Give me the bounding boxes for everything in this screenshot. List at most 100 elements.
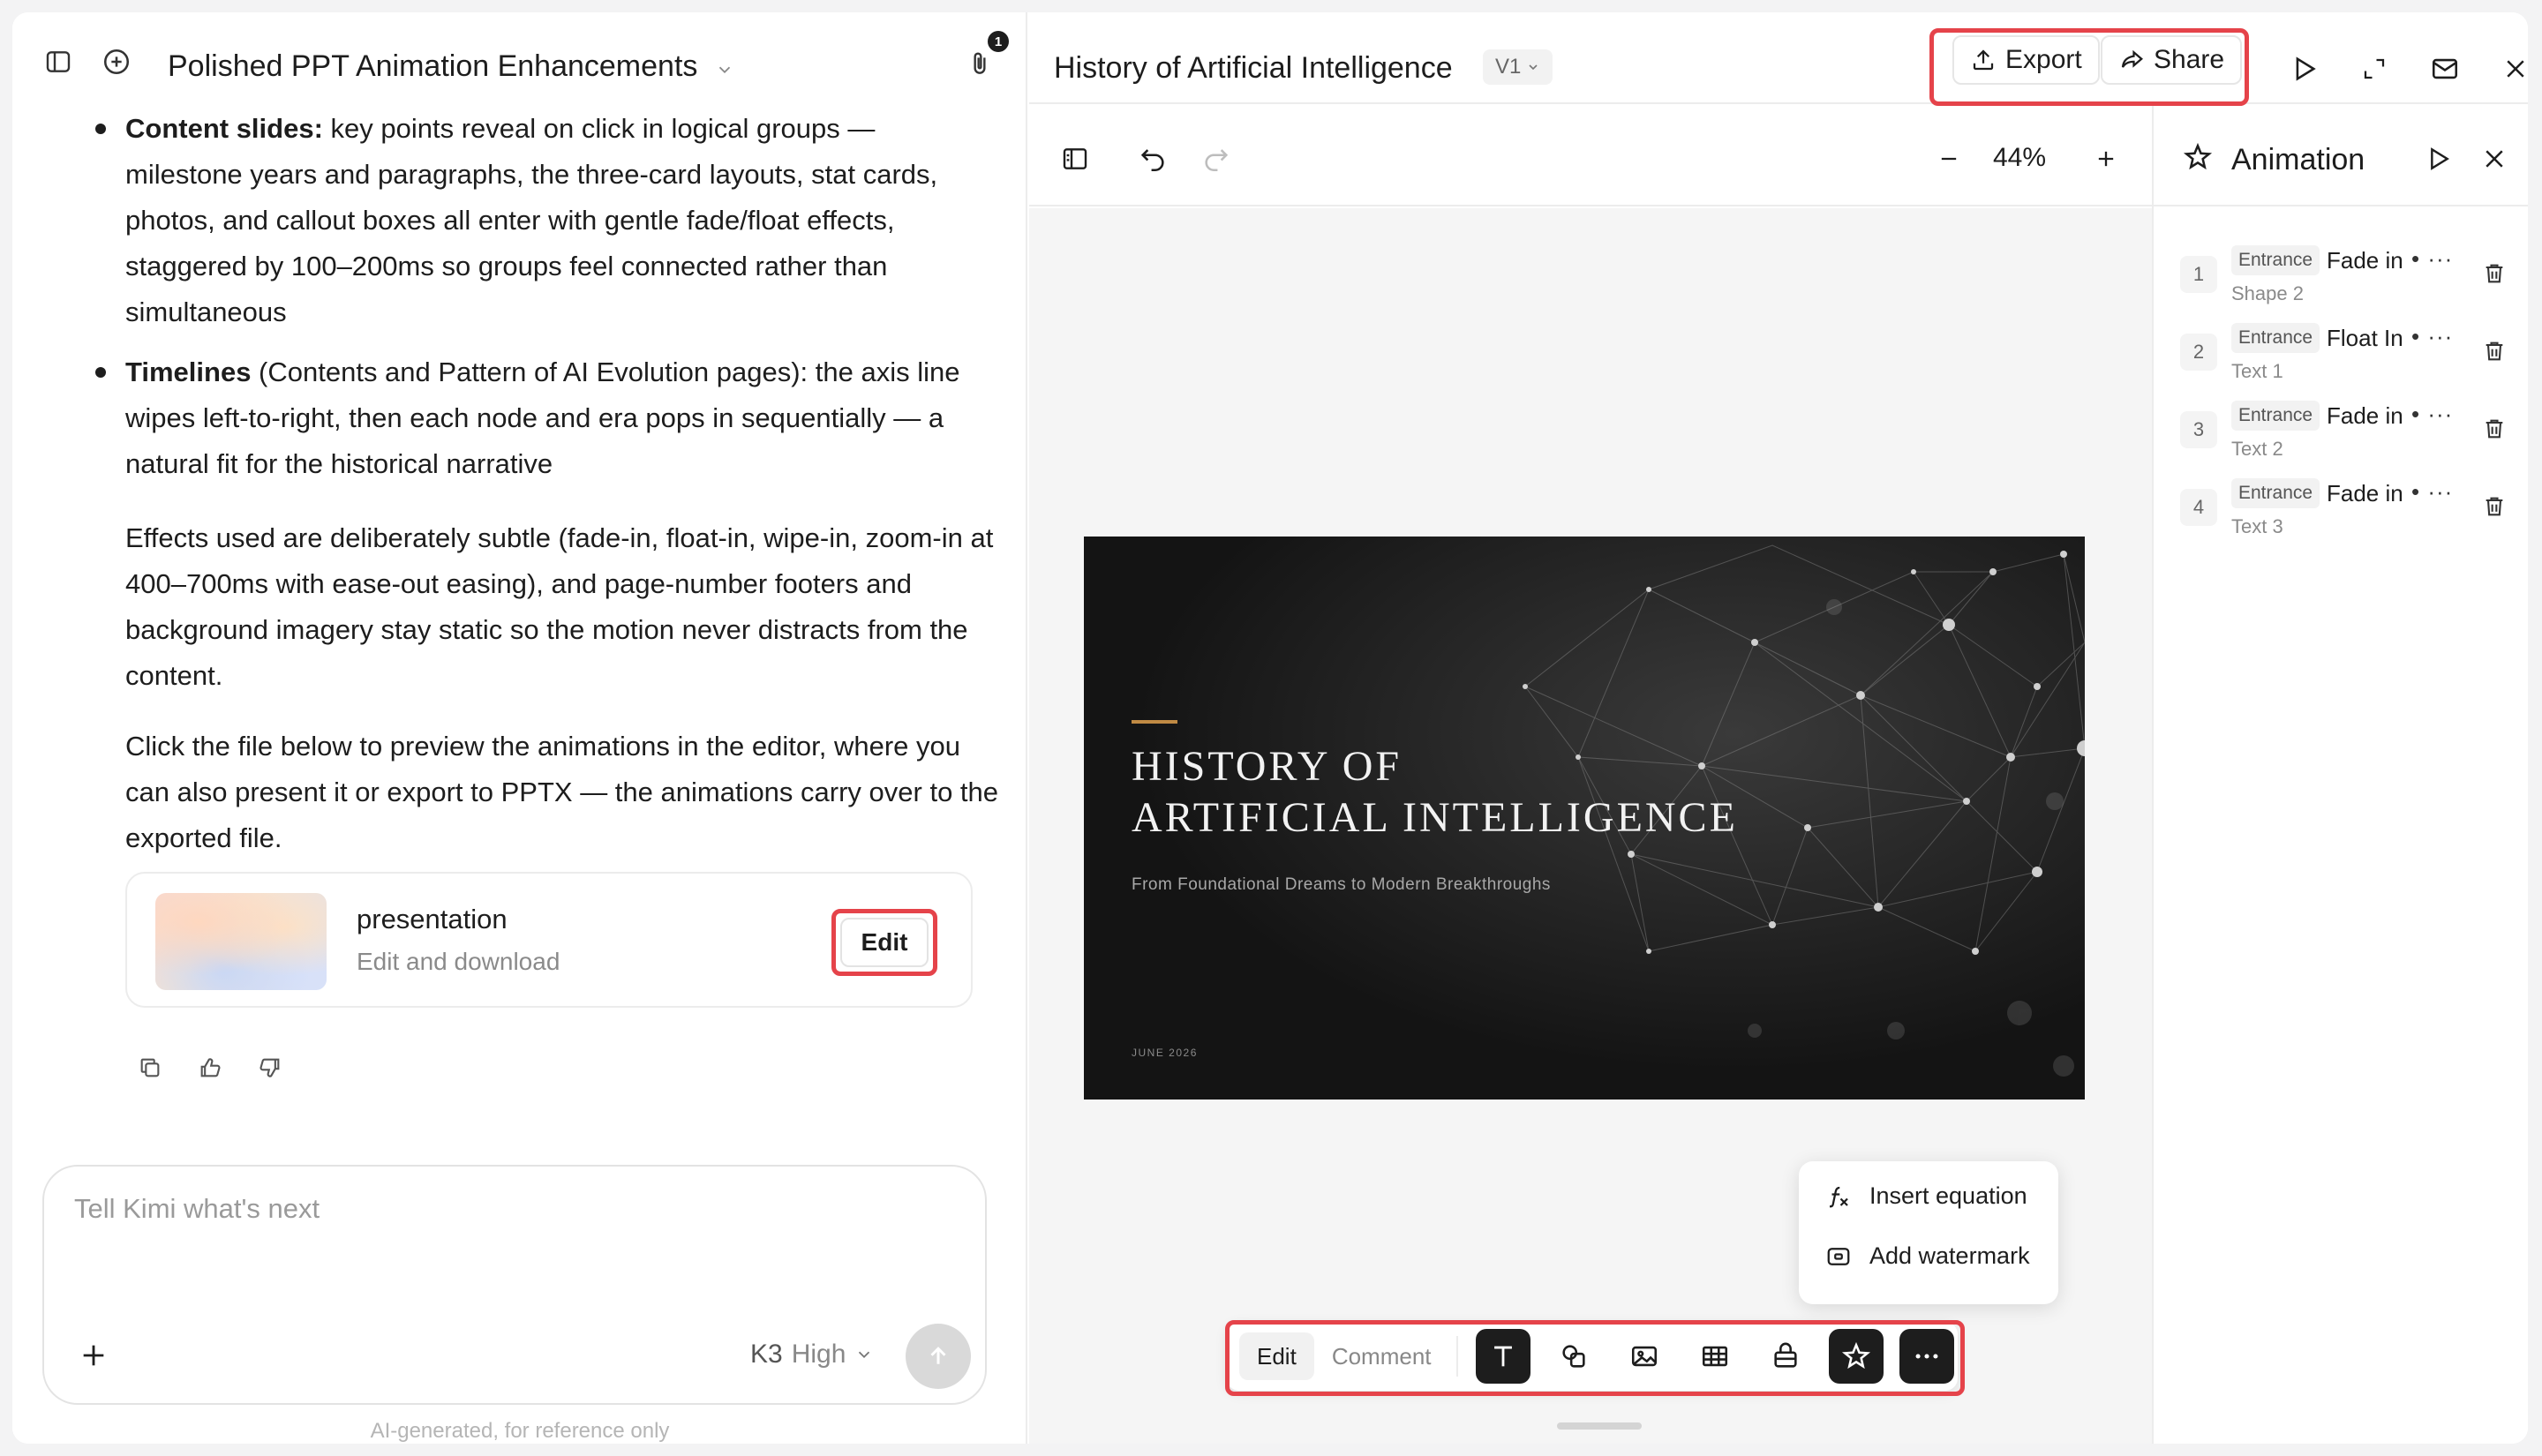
menu-item-add-watermark[interactable]: Add watermark xyxy=(1825,1242,2030,1270)
animation-effect[interactable]: Fade in xyxy=(2327,245,2403,275)
bullet-heading: Timelines xyxy=(125,356,252,387)
copy-icon[interactable] xyxy=(136,1054,164,1082)
animation-item[interactable]: 3 Entrance Fade in • ··· Text 2 xyxy=(2180,401,2516,462)
play-icon[interactable] xyxy=(2283,48,2325,90)
more-icon[interactable] xyxy=(1899,1329,1954,1384)
animation-target: Text 2 xyxy=(2231,438,2283,460)
file-thumbnail xyxy=(155,893,327,990)
mail-icon[interactable] xyxy=(2424,48,2466,90)
app-window: Polished PPT Animation Enhancements 1 Co… xyxy=(12,12,2528,1444)
animation-effect[interactable]: Fade in xyxy=(2327,478,2403,508)
trash-icon[interactable] xyxy=(2478,491,2510,522)
trash-icon[interactable] xyxy=(2478,335,2510,367)
editor-toolbar: 44% xyxy=(1029,106,2152,206)
slide-panel-toggle-icon[interactable] xyxy=(1054,138,1096,180)
bullet-dot xyxy=(95,124,106,134)
animation-panel-title: Animation xyxy=(2231,143,2365,176)
file-card[interactable]: presentation Edit and download Edit xyxy=(125,872,973,1008)
file-name: presentation xyxy=(357,904,508,934)
toolbar-divider xyxy=(1456,1336,1458,1377)
version-selector[interactable]: V1 xyxy=(1483,49,1553,85)
animation-item[interactable]: 1 Entrance Fade in • ··· Shape 2 xyxy=(2180,245,2516,307)
animation-item[interactable]: 2 Entrance Float In • ··· Text 1 xyxy=(2180,323,2516,385)
scroll-handle[interactable] xyxy=(1557,1422,1642,1430)
menu-item-insert-equation[interactable]: Insert equation xyxy=(1825,1182,2027,1210)
chat-input[interactable] xyxy=(74,1193,939,1264)
animation-panel-header: Animation xyxy=(2154,106,2528,206)
chart-icon[interactable] xyxy=(1758,1329,1813,1384)
edit-mode-tab[interactable]: Edit xyxy=(1239,1332,1314,1380)
menu-item-label: Add watermark xyxy=(1869,1242,2030,1269)
export-button[interactable]: Export xyxy=(1952,35,2100,85)
document-title[interactable]: History of Artificial Intelligence xyxy=(1054,51,1453,86)
zoom-level[interactable]: 44% xyxy=(1993,143,2046,173)
new-chat-icon[interactable] xyxy=(95,41,138,83)
edit-button[interactable]: Edit xyxy=(840,918,929,967)
animation-effect[interactable]: Fade in xyxy=(2327,401,2403,431)
table-icon[interactable] xyxy=(1688,1329,1742,1384)
chat-input-box: K3 High xyxy=(42,1165,987,1405)
slide-title[interactable]: HISTORY OF ARTIFICIAL INTELLIGENCE xyxy=(1132,741,1749,844)
expand-icon[interactable] xyxy=(2353,48,2395,90)
upload-icon xyxy=(1973,49,1994,71)
animation-effect[interactable]: Float In xyxy=(2327,323,2403,353)
shapes-icon[interactable] xyxy=(1546,1329,1601,1384)
animation-type-tag: Entrance xyxy=(2231,245,2320,275)
editor-pane: History of Artificial Intelligence V1 Ex… xyxy=(1029,12,2528,1444)
close-icon[interactable] xyxy=(2494,48,2528,90)
file-subtitle: Edit and download xyxy=(357,948,560,975)
model-level: High xyxy=(791,1340,846,1369)
redo-icon[interactable] xyxy=(1195,138,1237,180)
slide[interactable]: HISTORY OF ARTIFICIAL INTELLIGENCE From … xyxy=(1084,537,2085,1100)
animation-order: 3 xyxy=(2180,411,2217,448)
slide-subtitle[interactable]: From Foundational Dreams to Modern Break… xyxy=(1132,875,1551,895)
chat-pane: Polished PPT Animation Enhancements 1 Co… xyxy=(12,12,1027,1444)
animation-type-tag: Entrance xyxy=(2231,401,2320,431)
undo-icon[interactable] xyxy=(1132,138,1174,180)
share-icon xyxy=(2121,49,2143,68)
slide-date[interactable]: JUNE 2026 xyxy=(1132,1047,1198,1059)
animation-icon[interactable] xyxy=(1829,1329,1884,1384)
message-paragraph: Effects used are deliberately subtle (fa… xyxy=(125,522,994,691)
close-icon[interactable] xyxy=(2473,138,2516,180)
more-icon[interactable]: • ··· xyxy=(2411,323,2453,349)
animation-order: 1 xyxy=(2180,256,2217,293)
comment-mode-tab[interactable]: Comment xyxy=(1314,1332,1449,1380)
editor-header: History of Artificial Intelligence V1 Ex… xyxy=(1029,12,2528,106)
animation-item[interactable]: 4 Entrance Fade in • ··· Text 3 xyxy=(2180,478,2516,540)
slide-title-line: ARTIFICIAL INTELLIGENCE xyxy=(1132,794,1738,841)
trash-icon[interactable] xyxy=(2478,258,2510,289)
list-item: Timelines (Contents and Pattern of AI Ev… xyxy=(95,349,990,487)
menu-item-label: Insert equation xyxy=(1869,1182,2027,1209)
share-button[interactable]: Share xyxy=(2101,35,2243,85)
animation-type-tag: Entrance xyxy=(2231,323,2320,353)
zoom-out-icon[interactable] xyxy=(1928,138,1970,180)
thumbs-up-icon[interactable] xyxy=(196,1054,224,1082)
image-icon[interactable] xyxy=(1617,1329,1672,1384)
chevron-down-icon[interactable] xyxy=(715,60,734,79)
trash-icon[interactable] xyxy=(2478,413,2510,445)
add-attachment-button[interactable] xyxy=(71,1332,117,1378)
title-accent-line xyxy=(1132,720,1177,724)
animation-type-tag: Entrance xyxy=(2231,478,2320,508)
send-button[interactable] xyxy=(906,1324,971,1389)
more-tools-menu: Insert equation Add watermark xyxy=(1799,1161,2058,1304)
model-selector[interactable]: K3 High xyxy=(750,1340,874,1370)
list-item: Content slides: key points reveal on cli… xyxy=(95,106,990,335)
sidebar-toggle-icon[interactable] xyxy=(37,41,79,83)
bullet-dot xyxy=(95,367,106,378)
chat-title[interactable]: Polished PPT Animation Enhancements xyxy=(168,49,697,84)
export-label: Export xyxy=(2005,45,2082,74)
text-icon[interactable] xyxy=(1476,1329,1530,1384)
bullet-text: key points reveal on click in logical gr… xyxy=(125,113,938,327)
more-icon[interactable]: • ··· xyxy=(2411,245,2453,272)
chevron-down-icon xyxy=(854,1345,874,1364)
more-icon[interactable]: • ··· xyxy=(2411,401,2453,427)
function-icon xyxy=(1829,1186,1848,1207)
zoom-in-icon[interactable] xyxy=(2085,138,2127,180)
thumbs-down-icon[interactable] xyxy=(256,1054,284,1082)
slide-canvas: HISTORY OF ARTIFICIAL INTELLIGENCE From … xyxy=(1029,208,2152,1444)
disclaimer: AI-generated, for reference only xyxy=(370,1419,670,1443)
play-animations-icon[interactable] xyxy=(2417,138,2459,180)
more-icon[interactable]: • ··· xyxy=(2411,478,2453,505)
